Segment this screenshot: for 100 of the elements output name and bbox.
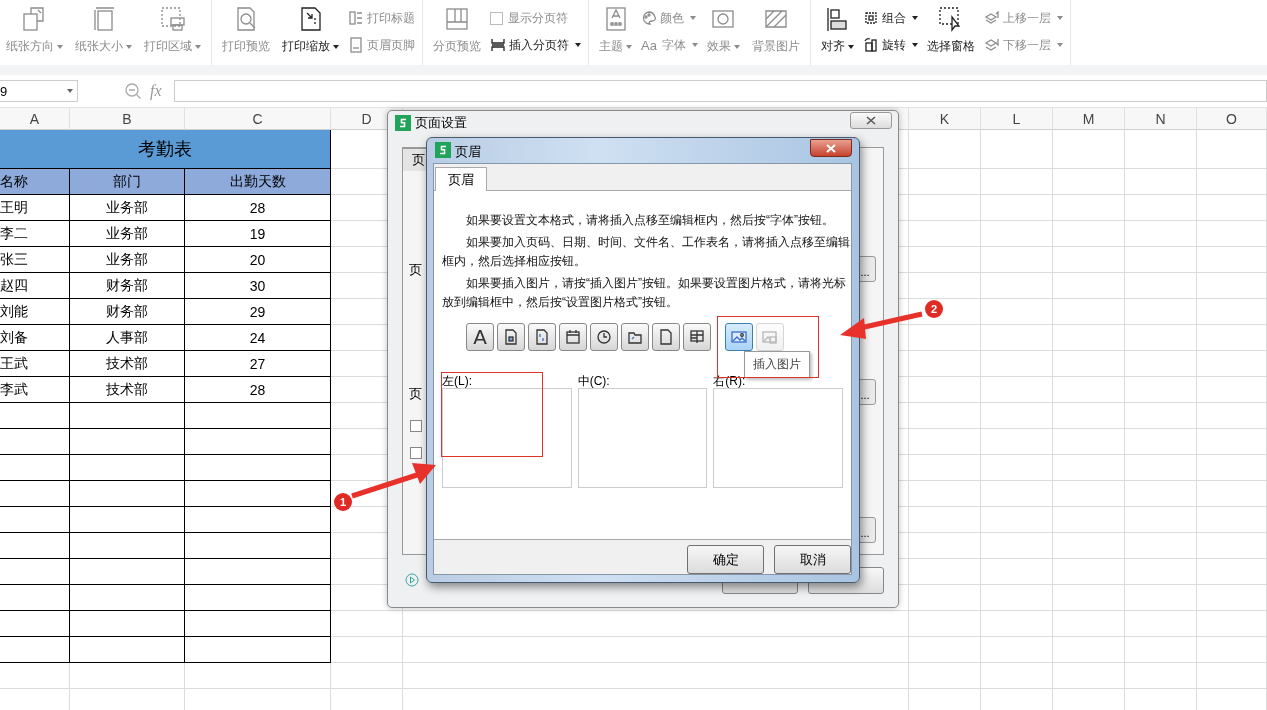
name-box[interactable]: 9	[0, 80, 78, 102]
table-cell: 业务部	[70, 247, 185, 273]
table-cell: 28	[185, 195, 331, 221]
empty-cell	[1125, 663, 1197, 689]
close-button[interactable]	[810, 139, 852, 157]
column-header[interactable]: A	[0, 108, 70, 130]
section-label: 中(C):	[577, 375, 611, 388]
caret-icon	[690, 16, 696, 20]
column-header[interactable]: N	[1125, 108, 1197, 130]
checkbox[interactable]	[410, 420, 422, 432]
empty-cell	[1125, 130, 1197, 169]
empty-cell	[909, 611, 981, 637]
app-logo-icon	[435, 142, 451, 161]
empty-cell	[1197, 377, 1267, 403]
dialog-button[interactable]: 取消	[774, 545, 851, 574]
calendar-icon	[565, 329, 581, 345]
empty-cell	[981, 429, 1053, 455]
column-header[interactable]: B	[70, 108, 185, 130]
column-header[interactable]: O	[1197, 108, 1267, 130]
empty-cell	[1053, 637, 1125, 663]
table-cell: 李二	[0, 221, 70, 247]
empty-cell	[0, 663, 70, 689]
table-cell	[0, 481, 70, 507]
insert-field-button[interactable]	[528, 323, 556, 351]
empty-cell	[1053, 221, 1125, 247]
empty-cell	[981, 273, 1053, 299]
dotted-square-icon	[862, 10, 879, 26]
empty-cell	[1053, 533, 1125, 559]
empty-cell	[1197, 481, 1267, 507]
empty-cell	[1125, 481, 1197, 507]
ribbon-button[interactable]: 插入分页符	[487, 36, 584, 54]
page-break-icon	[490, 37, 506, 53]
formula-input[interactable]	[174, 80, 1267, 102]
empty-cell	[1197, 611, 1267, 637]
table-cell	[0, 559, 70, 585]
section-label: 页	[409, 261, 422, 279]
table-cell: 人事部	[70, 325, 185, 351]
caret-icon	[626, 44, 632, 49]
empty-cell	[1125, 247, 1197, 273]
caret-icon	[691, 43, 698, 47]
insert-field-button[interactable]	[497, 323, 525, 351]
empty-cell	[1053, 585, 1125, 611]
empty-cell	[981, 481, 1053, 507]
column-header[interactable]: K	[909, 108, 981, 130]
dialog-title: 页眉	[455, 142, 481, 161]
insert-field-button[interactable]	[559, 323, 587, 351]
caret-icon	[1056, 16, 1063, 20]
table-icon	[689, 329, 705, 345]
table-cell	[0, 455, 70, 481]
insert-field-button[interactable]	[590, 323, 618, 351]
empty-cell	[1053, 403, 1125, 429]
empty-cell	[1053, 455, 1125, 481]
insert-field-button[interactable]	[725, 323, 753, 351]
empty-cell	[1197, 455, 1267, 481]
dialog-tab[interactable]: 页眉	[435, 167, 487, 191]
zoom-out-icon	[124, 82, 142, 100]
dialog-button[interactable]: 确定	[687, 545, 764, 574]
insert-field-button[interactable]	[621, 323, 649, 351]
page-footer-icon	[348, 37, 364, 53]
ribbon-button[interactable]: 打印缩放	[276, 3, 345, 57]
empty-cell	[981, 325, 1053, 351]
close-button[interactable]	[850, 112, 892, 129]
column-header[interactable]: C	[185, 108, 331, 130]
insert-field-button[interactable]	[652, 323, 680, 351]
empty-cell	[1053, 507, 1125, 533]
empty-cell	[981, 507, 1053, 533]
empty-cell	[331, 663, 403, 689]
checkbox[interactable]	[410, 447, 422, 459]
empty-cell	[1053, 325, 1125, 351]
empty-cell	[1125, 585, 1197, 611]
table-cell: 技术部	[70, 351, 185, 377]
table-cell: 李武	[0, 377, 70, 403]
column-header[interactable]: L	[981, 108, 1053, 130]
ribbon-button[interactable]: 组合	[859, 9, 921, 27]
empty-cell	[1053, 559, 1125, 585]
section-label: 页	[409, 385, 422, 403]
table-cell: 赵四	[0, 273, 70, 299]
empty-cell	[1197, 429, 1267, 455]
empty-cell	[981, 663, 1053, 689]
table-cell: 30	[185, 273, 331, 299]
column-header[interactable]: M	[1053, 108, 1125, 130]
table-cell	[0, 507, 70, 533]
ribbon-button[interactable]: 对齐	[814, 3, 860, 57]
document-icon	[658, 329, 674, 345]
printer-icon	[158, 5, 187, 33]
empty-cell	[1125, 611, 1197, 637]
insert-field-button[interactable]: A	[466, 323, 494, 351]
table-cell: 20	[185, 247, 331, 273]
table-cell: 27	[185, 351, 331, 377]
table-cell: 24	[185, 325, 331, 351]
empty-cell	[1053, 273, 1125, 299]
ribbon-button[interactable]: 旋转	[859, 36, 921, 54]
insert-field-button[interactable]	[683, 323, 711, 351]
page-count-icon	[534, 329, 550, 345]
ribbon-button[interactable]: 选择窗格	[920, 3, 981, 57]
empty-cell	[1197, 507, 1267, 533]
table-cell	[0, 585, 70, 611]
empty-cell	[1197, 637, 1267, 663]
empty-cell	[1197, 299, 1267, 325]
picture-icon	[731, 329, 747, 345]
